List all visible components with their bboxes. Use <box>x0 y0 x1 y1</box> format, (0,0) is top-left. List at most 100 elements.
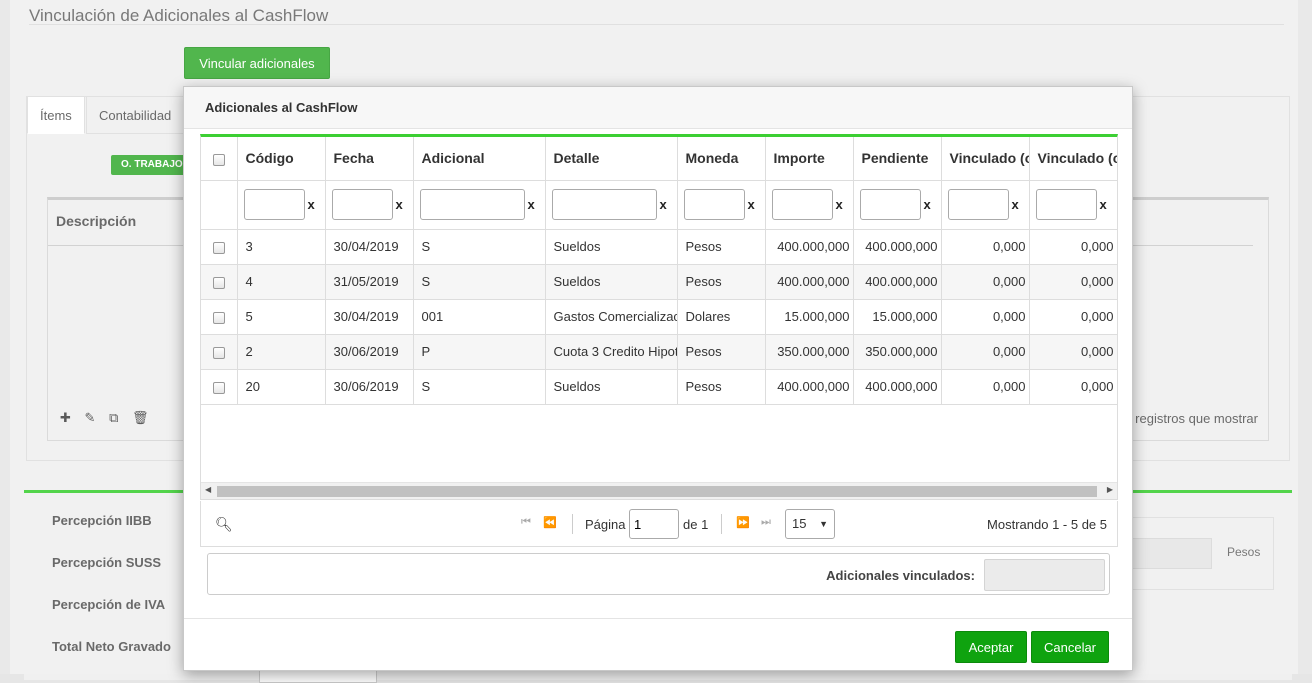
cell-moneda: Pesos <box>677 334 766 370</box>
cell-vinculado-o: 0,000 <box>941 334 1030 370</box>
row-checkbox[interactable] <box>212 381 225 394</box>
cell-vinculado-co: 0,000 <box>1029 299 1117 335</box>
cell-fecha: 30/04/2019 <box>325 229 414 265</box>
filter-vinculado-co-input[interactable] <box>1035 189 1097 220</box>
clear-importe-filter[interactable]: x <box>836 197 843 212</box>
cell-pendiente: 15.000,000 <box>853 299 942 335</box>
col-header-vinculado-o[interactable]: Vinculado (o <box>941 137 1030 181</box>
cell-importe: 350.000,000 <box>765 334 854 370</box>
modal-footer-divider <box>184 618 1132 619</box>
filter-adicional: x <box>413 180 546 230</box>
cell-detalle: Gastos Comercializac <box>545 299 678 335</box>
cell-adicional: S <box>413 229 546 265</box>
linked-total-label: Adicionales vinculados: <box>826 568 975 583</box>
col-header-moneda[interactable]: Moneda <box>677 137 766 181</box>
adicionales-table: Código Fecha Adicional Detalle Moneda Im… <box>201 137 1117 405</box>
filter-importe-input[interactable] <box>771 189 833 220</box>
clear-vinculado-o-filter[interactable]: x <box>1012 197 1019 212</box>
scroll-left-arrow-icon[interactable]: ◀ <box>205 485 211 494</box>
cell-vinculado-co: 0,000 <box>1029 229 1117 265</box>
col-header-detalle[interactable]: Detalle <box>545 137 678 181</box>
prev-page-icon[interactable]: ⏪ <box>543 516 557 529</box>
col-header-pendiente[interactable]: Pendiente <box>853 137 942 181</box>
scroll-right-arrow-icon[interactable]: ▶ <box>1107 485 1113 494</box>
search-icon[interactable]: 🔍︎ <box>215 516 233 533</box>
cancelar-button[interactable]: Cancelar <box>1031 631 1109 663</box>
row-checkbox[interactable] <box>212 276 225 289</box>
clear-moneda-filter[interactable]: x <box>748 197 755 212</box>
cell-fecha: 30/04/2019 <box>325 299 414 335</box>
cell-pendiente: 400.000,000 <box>853 264 942 300</box>
select-all-cell <box>201 137 238 181</box>
first-page-icon[interactable]: ⏮ <box>521 516 531 529</box>
horizontal-scrollbar[interactable]: ◀ ▶ <box>201 482 1117 499</box>
cell-moneda: Dolares <box>677 299 766 335</box>
chevron-down-icon: ▼ <box>819 519 828 529</box>
page-size-value: 15 <box>792 516 807 531</box>
scrollbar-thumb[interactable] <box>217 486 1097 497</box>
clear-pendiente-filter[interactable]: x <box>924 197 931 212</box>
cell-pendiente: 350.000,000 <box>853 334 942 370</box>
filter-fecha: x <box>325 180 414 230</box>
filter-codigo-input[interactable] <box>243 189 305 220</box>
table-row[interactable]: 5 30/04/2019 001 Gastos Comercializac Do… <box>201 299 1117 335</box>
filter-cell-empty <box>201 180 238 230</box>
clear-adicional-filter[interactable]: x <box>528 197 535 212</box>
cell-adicional: P <box>413 334 546 370</box>
aceptar-button[interactable]: Aceptar <box>955 631 1027 663</box>
clear-detalle-filter[interactable]: x <box>660 197 667 212</box>
clear-fecha-filter[interactable]: x <box>396 197 403 212</box>
col-header-importe[interactable]: Importe <box>765 137 854 181</box>
cell-importe: 400.000,000 <box>765 229 854 265</box>
next-page-icon[interactable]: ⏩ <box>736 516 750 529</box>
pager-separator <box>721 514 722 534</box>
clear-codigo-filter[interactable]: x <box>308 197 315 212</box>
row-checkbox[interactable] <box>212 346 225 359</box>
col-header-codigo[interactable]: Código <box>237 137 326 181</box>
filter-detalle: x <box>545 180 678 230</box>
page-count-label: de 1 <box>683 517 709 532</box>
filter-vinculado-o-input[interactable] <box>947 189 1009 220</box>
header-row: Código Fecha Adicional Detalle Moneda Im… <box>201 137 1117 181</box>
last-page-icon[interactable]: ⏭ <box>761 516 771 529</box>
adicionales-modal: Adicionales al CashFlow Código Fecha Adi… <box>183 86 1133 671</box>
col-header-fecha[interactable]: Fecha <box>325 137 414 181</box>
modal-title: Adicionales al CashFlow <box>205 100 358 115</box>
cell-vinculado-o: 0,000 <box>941 229 1030 265</box>
col-header-adicional[interactable]: Adicional <box>413 137 546 181</box>
filter-row: x x x x x x x x x <box>201 180 1117 230</box>
row-checkbox[interactable] <box>212 311 225 324</box>
cell-codigo: 20 <box>237 369 326 405</box>
row-checkbox[interactable] <box>212 241 225 254</box>
filter-importe: x <box>765 180 854 230</box>
cell-importe: 400.000,000 <box>765 264 854 300</box>
page-number-input[interactable] <box>629 509 679 539</box>
table-row[interactable]: 3 30/04/2019 S Sueldos Pesos 400.000,000… <box>201 229 1117 265</box>
cell-moneda: Pesos <box>677 264 766 300</box>
cell-moneda: Pesos <box>677 369 766 405</box>
page-size-select[interactable]: 15 ▼ <box>785 509 835 539</box>
cell-codigo: 5 <box>237 299 326 335</box>
cell-vinculado-o: 0,000 <box>941 299 1030 335</box>
modal-header: Adicionales al CashFlow <box>184 87 1132 129</box>
cell-detalle: Sueldos <box>545 369 678 405</box>
cell-codigo: 2 <box>237 334 326 370</box>
cell-codigo: 4 <box>237 264 326 300</box>
clear-vinculado-co-filter[interactable]: x <box>1100 197 1107 212</box>
cell-adicional: S <box>413 369 546 405</box>
cell-vinculado-co: 0,000 <box>1029 334 1117 370</box>
table-row[interactable]: 2 30/06/2019 P Cuota 3 Credito Hipot Pes… <box>201 334 1117 370</box>
filter-pendiente-input[interactable] <box>859 189 921 220</box>
filter-detalle-input[interactable] <box>551 189 657 220</box>
filter-fecha-input[interactable] <box>331 189 393 220</box>
cell-fecha: 30/06/2019 <box>325 369 414 405</box>
table-row[interactable]: 20 30/06/2019 S Sueldos Pesos 400.000,00… <box>201 369 1117 405</box>
select-all-checkbox[interactable] <box>212 153 225 166</box>
filter-adicional-input[interactable] <box>419 189 525 220</box>
table-row[interactable]: 4 31/05/2019 S Sueldos Pesos 400.000,000… <box>201 264 1117 300</box>
filter-moneda-input[interactable] <box>683 189 745 220</box>
cell-detalle: Sueldos <box>545 229 678 265</box>
cell-vinculado-o: 0,000 <box>941 369 1030 405</box>
filter-moneda: x <box>677 180 766 230</box>
col-header-vinculado-co[interactable]: Vinculado (co <box>1029 137 1117 181</box>
